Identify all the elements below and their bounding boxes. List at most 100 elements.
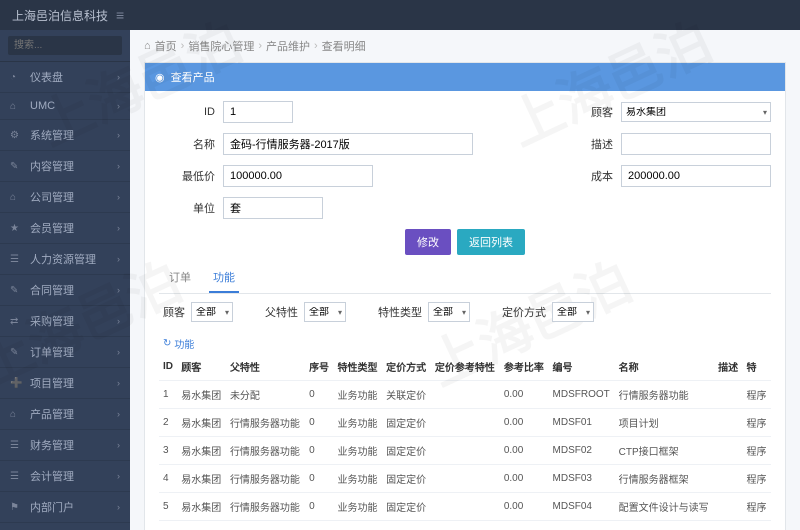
crumb-b[interactable]: 产品维护 [266,38,310,54]
chevron-right-icon: › [117,378,120,388]
filter-pricing-select[interactable]: 全部 [552,302,594,322]
table-header[interactable]: 特性类型 [333,353,382,381]
feature-table: ID顾客父特性序号特性类型定价方式定价参考特性参考比率编号名称描述特 1易水集团… [159,353,771,530]
crumb-home[interactable]: 首页 [155,38,177,54]
crumb-a[interactable]: 销售院心管理 [188,38,254,54]
filter-parent-select[interactable]: 全部 [304,302,346,322]
table-cell: 0 [305,493,333,521]
function-link[interactable]: ↻ 功能 [159,334,198,353]
chevron-right-icon: › [117,440,120,450]
table-header[interactable]: 序号 [305,353,333,381]
panel-header: ◉ 查看产品 [145,63,785,91]
main-content: ⌂ 首页 › 销售院心管理 › 产品维护 › 查看明细 ◉ 查看产品 ID [130,30,800,530]
sidebar-item[interactable]: ⇄采购管理› [0,306,130,337]
sidebar-item[interactable]: ⌂公司管理› [0,182,130,213]
filter-pricing-label: 定价方式 [502,304,546,320]
sidebar-item[interactable]: ✎内容管理› [0,151,130,182]
tab-function[interactable]: 功能 [209,263,239,293]
table-cell [431,465,500,493]
price-label: 最低价 [159,168,215,184]
table-header[interactable]: 定价方式 [382,353,431,381]
menu-toggle-icon[interactable]: ≡ [116,7,124,23]
table-row[interactable]: 3易水集团行情服务器功能0业务功能固定定价0.00MDSF02CTP接口框架程序 [159,437,771,465]
table-cell: 行情服务器框架 [615,465,714,493]
table-row[interactable]: 4易水集团行情服务器功能0业务功能固定定价0.00MDSF03行情服务器框架程序 [159,465,771,493]
price-field[interactable] [223,165,373,187]
tab-order[interactable]: 订单 [165,263,195,293]
table-cell [714,465,742,493]
table-header[interactable]: 描述 [714,353,742,381]
nav-icon: ◔ [10,72,24,83]
cost-field[interactable] [621,165,771,187]
table-header[interactable]: 名称 [615,353,714,381]
back-button[interactable]: 返回列表 [457,229,525,255]
sidebar-item[interactable]: ✎合同管理› [0,275,130,306]
home-icon[interactable]: ⌂ [144,40,151,52]
sidebar-item-label: UMC [30,100,55,112]
sidebar-item[interactable]: ◔仪表盘› [0,62,130,93]
unit-field[interactable] [223,197,323,219]
sidebar-item[interactable]: ⚙系统管理› [0,120,130,151]
table-cell [431,381,500,409]
sidebar-item[interactable]: ☰客户关系管理› [0,523,130,530]
table-row[interactable]: 2易水集团行情服务器功能0业务功能固定定价0.00MDSF01项目计划程序 [159,409,771,437]
sidebar-item[interactable]: ☰财务管理› [0,430,130,461]
id-field[interactable] [223,101,293,123]
chevron-right-icon: › [117,101,120,111]
table-cell: 程序 [743,381,772,409]
crumb-sep: › [314,40,318,52]
table-cell: 行情服务器功能 [226,493,305,521]
crumb-sep: › [258,40,262,52]
table-header[interactable]: ID [159,353,177,381]
product-panel: ◉ 查看产品 ID 顾客 易水集团 [144,62,786,530]
crumb-c: 查看明细 [322,38,366,54]
filter-type-select[interactable]: 全部 [428,302,470,322]
table-header[interactable]: 定价参考特性 [431,353,500,381]
sidebar-item-label: 订单管理 [30,344,74,360]
table-cell: 固定定价 [382,465,431,493]
table-cell: 程序 [743,493,772,521]
sidebar-item[interactable]: ➕项目管理› [0,368,130,399]
nav-icon: ✎ [10,347,24,358]
filter-customer-select[interactable]: 全部 [191,302,233,322]
breadcrumb: ⌂ 首页 › 销售院心管理 › 产品维护 › 查看明细 [130,30,800,62]
name-field[interactable] [223,133,473,155]
sidebar-item-label: 财务管理 [30,437,74,453]
desc-field[interactable] [621,133,771,155]
table-row[interactable]: 5易水集团行情服务器功能0业务功能固定定价0.00MDSF04配置文件设计与读写… [159,493,771,521]
chevron-right-icon: › [117,316,120,326]
edit-button[interactable]: 修改 [405,229,451,255]
table-row[interactable]: 1易水集团未分配0业务功能关联定价0.00MDSFROOT行情服务器功能程序 [159,381,771,409]
table-cell: 2 [159,409,177,437]
sidebar-item[interactable]: ⌂产品管理› [0,399,130,430]
sidebar-item[interactable]: ⚑内部门户› [0,492,130,523]
table-cell: 行情服务器功能 [226,409,305,437]
table-header[interactable]: 编号 [549,353,615,381]
sidebar-item[interactable]: ☰会计管理› [0,461,130,492]
sidebar-item[interactable]: ⌂UMC› [0,93,130,120]
table-header[interactable]: 顾客 [177,353,226,381]
table-cell: 程序 [743,437,772,465]
customer-select[interactable]: 易水集团 [621,102,771,122]
table-cell [714,437,742,465]
sidebar-item-label: 项目管理 [30,375,74,391]
refresh-icon: ↻ [163,338,171,349]
table-cell: 业务功能 [333,437,382,465]
sidebar-item-label: 内容管理 [30,158,74,174]
sidebar-search-input[interactable] [8,36,122,55]
sidebar-item[interactable]: ☰人力资源管理› [0,244,130,275]
table-header[interactable]: 父特性 [226,353,305,381]
table-cell: 行情服务器功能 [226,521,305,530]
chevron-right-icon: › [117,192,120,202]
nav-icon: ⌂ [10,409,24,420]
sidebar-item[interactable]: ✎订单管理› [0,337,130,368]
sidebar-item-label: 会员管理 [30,220,74,236]
table-cell [431,437,500,465]
table-cell: 固定定价 [382,493,431,521]
sidebar-item[interactable]: ★会员管理› [0,213,130,244]
table-row[interactable]: 6易水集团行情服务器功能0业务功能固定定价0.00MDSF05日志系统程序 [159,521,771,530]
nav-icon: ✎ [10,285,24,296]
sidebar-item-label: 会计管理 [30,468,74,484]
table-header[interactable]: 特 [743,353,772,381]
table-header[interactable]: 参考比率 [500,353,549,381]
